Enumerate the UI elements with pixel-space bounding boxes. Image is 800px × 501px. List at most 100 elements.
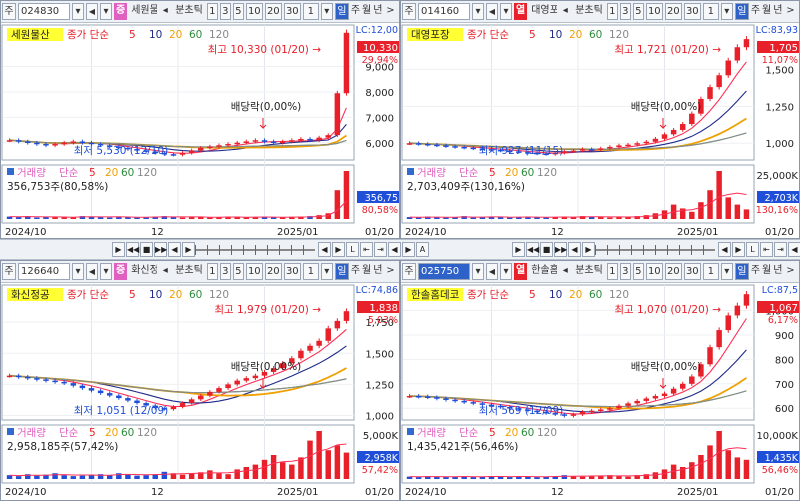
zoom-slider-left[interactable] [195,245,315,255]
period-3-button[interactable]: 3 [619,3,631,20]
market-select[interactable]: 주 [2,263,16,280]
control-button-0[interactable]: ◀ [318,242,331,257]
control-button-0[interactable]: ◀ [718,242,731,257]
period-20-button[interactable]: 20 [264,3,282,20]
chevron-down-icon[interactable]: ▾ [720,263,733,280]
period-20-button[interactable]: 20 [264,263,282,280]
control-button-4[interactable]: ◀ [168,242,181,257]
year-button[interactable]: 년 [373,263,382,280]
period-1-button[interactable]: 1 [606,3,618,20]
day-button[interactable]: 일 [334,263,349,280]
control-button-1[interactable]: ◀◀ [526,242,539,257]
chevron-down-icon[interactable]: ▾ [472,263,484,280]
control-button-7[interactable]: A [416,242,429,257]
period-10-button[interactable]: 10 [245,263,263,280]
stock-code-input[interactable]: 014160 [418,3,470,20]
count-input[interactable]: 1 [302,3,319,20]
month-button[interactable]: 월 [762,3,771,20]
control-button-2[interactable]: ■ [140,242,153,257]
control-button-4[interactable]: ⇥ [374,242,387,257]
period-10-button[interactable]: 10 [245,3,263,20]
chevron-down-icon[interactable]: ▾ [72,263,84,280]
zoom-slider-right[interactable] [595,245,715,255]
period-5-button[interactable]: 5 [232,3,244,20]
stock-code-input[interactable]: 126640 [18,263,70,280]
control-button-1[interactable]: ▶ [732,242,745,257]
day-button[interactable]: 일 [734,3,749,20]
week-button[interactable]: 주 [351,3,360,20]
chevron-down-icon[interactable]: ▾ [320,3,333,20]
tick-period-button[interactable]: 분초틱 [573,263,605,280]
week-button[interactable]: 주 [751,3,760,20]
caret-right-icon[interactable]: > [784,3,796,20]
period-1-button[interactable]: 1 [206,263,218,280]
control-button-5[interactable]: ◀ [388,242,401,257]
control-button-3[interactable]: ⇤ [360,242,373,257]
count-input[interactable]: 1 [702,263,719,280]
caret-left-icon[interactable]: ◂ [559,3,571,20]
week-button[interactable]: 주 [351,263,360,280]
year-button[interactable]: 년 [773,3,782,20]
count-input[interactable]: 1 [302,263,319,280]
day-button[interactable]: 일 [334,3,349,20]
caret-left-icon[interactable]: ◂ [559,263,571,280]
chevron-down-icon[interactable]: ▾ [320,263,333,280]
market-select[interactable]: 주 [402,3,416,20]
speaker-icon[interactable]: ◀ [86,263,98,280]
week-button[interactable]: 주 [751,263,760,280]
period-30-button[interactable]: 30 [283,3,301,20]
period-30-button[interactable]: 30 [683,263,701,280]
period-3-button[interactable]: 3 [619,263,631,280]
chevron-down-icon[interactable]: ▾ [100,263,112,280]
control-button-2[interactable]: L [746,242,759,257]
control-button-1[interactable]: ◀◀ [126,242,139,257]
control-button-4[interactable]: ⇥ [774,242,787,257]
control-button-3[interactable]: ▶▶ [554,242,567,257]
control-button-6[interactable]: ▶ [402,242,415,257]
control-button-5[interactable]: ▶ [182,242,195,257]
period-10-button[interactable]: 10 [645,3,663,20]
period-1-button[interactable]: 1 [206,3,218,20]
tick-period-button[interactable]: 분초틱 [573,3,605,20]
caret-right-icon[interactable]: > [384,3,396,20]
caret-right-icon[interactable]: > [784,263,796,280]
year-button[interactable]: 년 [373,3,382,20]
month-button[interactable]: 월 [362,263,371,280]
caret-left-icon[interactable]: ◂ [159,263,171,280]
speaker-icon[interactable]: ◀ [486,3,498,20]
control-button-0[interactable]: ▶ [512,242,525,257]
control-button-2[interactable]: ■ [540,242,553,257]
count-input[interactable]: 1 [702,3,719,20]
chevron-down-icon[interactable]: ▾ [72,3,84,20]
control-button-5[interactable]: ▶ [582,242,595,257]
month-button[interactable]: 월 [362,3,371,20]
period-20-button[interactable]: 20 [664,263,682,280]
period-10-button[interactable]: 10 [645,263,663,280]
day-button[interactable]: 일 [734,263,749,280]
period-3-button[interactable]: 3 [219,3,231,20]
tick-period-button[interactable]: 분초틱 [173,3,205,20]
period-1-button[interactable]: 1 [606,263,618,280]
chevron-down-icon[interactable]: ▾ [720,3,733,20]
market-select[interactable]: 주 [2,3,16,20]
stock-code-input[interactable]: 025750 [418,263,470,280]
control-button-4[interactable]: ◀ [568,242,581,257]
chevron-down-icon[interactable]: ▾ [472,3,484,20]
stock-code-input[interactable]: 024830 [18,3,70,20]
caret-right-icon[interactable]: > [384,263,396,280]
chevron-down-icon[interactable]: ▾ [500,3,512,20]
market-select[interactable]: 주 [402,263,416,280]
month-button[interactable]: 월 [762,263,771,280]
chevron-down-icon[interactable]: ▾ [500,263,512,280]
tick-period-button[interactable]: 분초틱 [173,263,205,280]
speaker-icon[interactable]: ◀ [86,3,98,20]
period-3-button[interactable]: 3 [219,263,231,280]
chevron-down-icon[interactable]: ▾ [100,3,112,20]
control-button-2[interactable]: L [346,242,359,257]
period-30-button[interactable]: 30 [283,263,301,280]
period-5-button[interactable]: 5 [632,3,644,20]
control-button-3[interactable]: ⇤ [760,242,773,257]
control-button-3[interactable]: ▶▶ [154,242,167,257]
year-button[interactable]: 년 [773,263,782,280]
period-5-button[interactable]: 5 [632,263,644,280]
